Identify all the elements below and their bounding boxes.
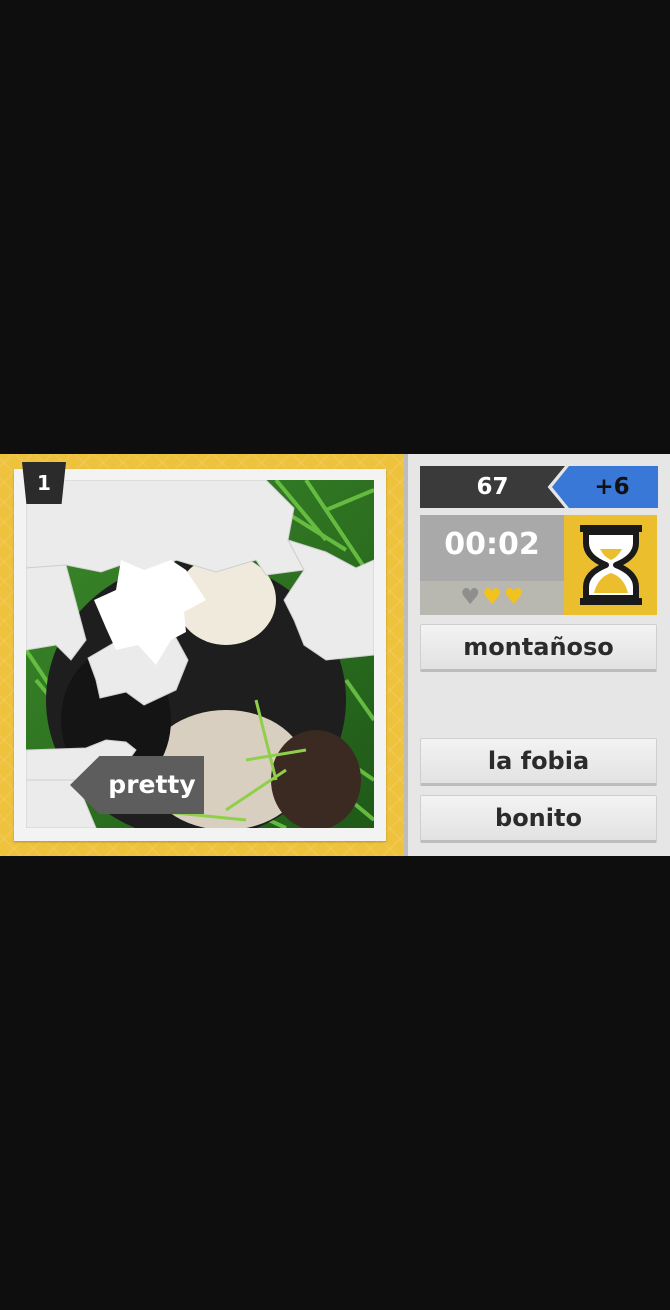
answer-option-3[interactable]: la fobia — [420, 738, 657, 786]
heart-icon: ♥ — [503, 585, 524, 610]
timer-value: 00:02 — [444, 527, 540, 562]
bonus-display: +6 — [552, 466, 658, 508]
answer-option-4[interactable]: bonito — [420, 795, 657, 843]
hourglass-icon — [580, 525, 642, 605]
timer-panel: 00:02 ♥ ♥ ♥ — [420, 515, 564, 615]
broken-heart-icon: ♥ — [460, 585, 481, 610]
answer-option-1[interactable]: montañoso — [420, 624, 657, 672]
prompt-word: pretty — [108, 770, 196, 799]
lives-indicator: ♥ ♥ ♥ — [420, 581, 564, 615]
level-badge: 1 — [22, 462, 66, 504]
prompt-word-tag: pretty — [70, 756, 204, 814]
heart-icon: ♥ — [482, 585, 502, 610]
score-display: 67 — [420, 466, 565, 508]
hourglass-button[interactable] — [564, 515, 657, 615]
